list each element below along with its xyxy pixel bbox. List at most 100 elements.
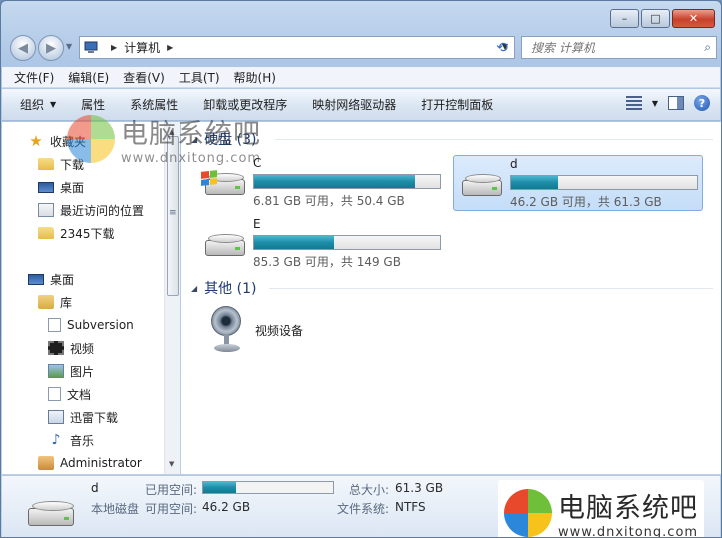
nav-documents[interactable]: 文档 <box>48 383 91 405</box>
back-button[interactable]: ◀ <box>10 35 36 61</box>
folder-icon <box>38 158 54 170</box>
hard-drive-icon <box>201 232 249 260</box>
organize-button[interactable]: 组织 ▼ <box>20 96 56 113</box>
scroll-down-icon[interactable]: ▼ <box>169 460 174 468</box>
search-input[interactable] <box>531 40 691 55</box>
control-panel-button[interactable]: 打开控制面板 <box>421 96 493 113</box>
details-pane: d 本地磁盘 已用空间: 可用空间: 46.2 GB 总大小: 61.3 GB … <box>2 475 720 538</box>
nav-libraries[interactable]: 库 <box>38 291 72 313</box>
menu-file[interactable]: 文件(F) <box>8 69 60 86</box>
explorer-window: – □ ✕ ◀ ▶ ▼ ▶ 计算机 ▶ ▼ ⟲ ⌕ 文件(F) 编辑(E) 查看… <box>0 0 722 538</box>
drive-name: E <box>253 217 261 231</box>
details-usage-bar <box>202 481 334 494</box>
organize-label: 组织 <box>20 98 45 112</box>
watermark-logo-icon <box>504 489 552 537</box>
drive-usage-fill <box>254 236 334 249</box>
star-icon: ★ <box>29 132 43 150</box>
details-drive-type: 本地磁盘 <box>91 502 140 516</box>
system-properties-button[interactable]: 系统属性 <box>130 96 178 113</box>
content-pane: ◢ 硬盘 (3) C 6.81 GB 可用，共 50.4 GB d 46.2 GB… <box>67 115 721 474</box>
search-icon[interactable]: ⌕ <box>704 40 711 55</box>
nav-label: 文档 <box>67 387 92 402</box>
breadcrumb-separator-icon[interactable]: ▶ <box>111 43 117 52</box>
drive-free-text: 46.2 GB 可用，共 61.3 GB <box>510 195 662 209</box>
details-free-value: 46.2 GB <box>202 500 251 514</box>
details-total-value: 61.3 GB <box>395 481 444 495</box>
details-total-label: 总大小: <box>349 483 390 497</box>
details-free-label: 可用空间: <box>145 502 198 516</box>
navigation-pane: ★收藏夹 下载 桌面 最近访问的位置 2345下载 桌面 库 Subversio… <box>2 122 180 474</box>
group-title: 其他 (1) <box>204 281 257 297</box>
menu-view[interactable]: 查看(V) <box>117 69 171 86</box>
search-box[interactable]: ⌕ <box>521 36 717 59</box>
nav-label: 音乐 <box>70 433 95 448</box>
scroll-grip-icon: ≡ <box>169 208 177 218</box>
close-button[interactable]: ✕ <box>672 9 715 28</box>
hard-drive-icon <box>26 498 78 528</box>
watermark-top: 电脑系统吧 www.dnxitong.com <box>67 112 261 166</box>
nav-music[interactable]: ♪ 音乐 <box>48 429 94 451</box>
webcam-icon[interactable] <box>211 306 243 354</box>
device-video-label[interactable]: 视频设备 <box>255 322 303 339</box>
collapse-icon: ◢ <box>191 283 198 293</box>
hard-drive-icon <box>458 172 506 200</box>
help-icon[interactable]: ? <box>694 95 710 111</box>
back-arrow-icon: ◀ <box>18 40 28 56</box>
nav-label: 2345下载 <box>60 226 115 241</box>
drive-d[interactable]: d 46.2 GB 可用，共 61.3 GB <box>453 155 703 211</box>
computer-icon <box>84 41 98 53</box>
nav-desktop-favorite[interactable]: 桌面 <box>38 176 84 198</box>
nav-label: 桌面 <box>50 272 75 287</box>
nav-videos[interactable]: 视频 <box>48 337 94 359</box>
nav-subversion[interactable]: Subversion <box>48 314 134 336</box>
details-drive-name: d <box>91 481 99 495</box>
recent-pages-dropdown[interactable]: ▼ <box>66 42 72 51</box>
address-bar[interactable]: ▶ 计算机 ▶ ▼ <box>79 36 515 59</box>
menu-edit[interactable]: 编辑(E) <box>62 69 115 86</box>
refresh-icon: ⟲ <box>496 39 508 56</box>
properties-button[interactable]: 属性 <box>81 96 105 113</box>
maximize-button[interactable]: □ <box>641 9 670 28</box>
caption-buttons: – □ ✕ <box>610 9 715 28</box>
menu-help[interactable]: 帮助(H) <box>228 69 282 86</box>
watermark-url: www.dnxitong.com <box>558 525 699 538</box>
video-library-icon <box>48 341 64 355</box>
address-row: ◀ ▶ ▼ ▶ 计算机 ▶ ▼ ⟲ ⌕ <box>7 34 717 61</box>
navigation-scrollbar[interactable]: ▲ ≡ ▼ <box>164 122 180 474</box>
forward-arrow-icon: ▶ <box>46 40 56 56</box>
uninstall-button[interactable]: 卸载或更改程序 <box>203 96 287 113</box>
watermark-bottom: 电脑系统吧 www.dnxitong.com <box>498 480 705 538</box>
breadcrumb-computer[interactable]: 计算机 <box>124 39 160 56</box>
forward-button[interactable]: ▶ <box>38 35 64 61</box>
user-folder-icon <box>38 456 54 470</box>
nav-label: 视频 <box>70 341 95 356</box>
view-dropdown-icon[interactable]: ▼ <box>652 99 658 108</box>
drive-free-text: 6.81 GB 可用，共 50.4 GB <box>253 194 405 208</box>
group-divider <box>269 288 713 289</box>
nav-recent-places[interactable]: 最近访问的位置 <box>38 199 144 221</box>
nav-2345-download[interactable]: 2345下载 <box>38 222 115 244</box>
desktop-icon <box>28 273 44 285</box>
nav-thunder-download[interactable]: 迅雷下载 <box>48 406 118 428</box>
group-header-other[interactable]: ◢ 其他 (1) <box>191 279 256 297</box>
map-drive-button[interactable]: 映射网络驱动器 <box>312 96 396 113</box>
details-usage-fill <box>203 482 236 493</box>
menu-tools[interactable]: 工具(T) <box>173 69 226 86</box>
thunder-download-icon <box>48 410 64 424</box>
nav-desktop[interactable]: 桌面 <box>28 268 74 290</box>
preview-pane-icon[interactable] <box>668 96 684 110</box>
command-bar-right: ▼ ? <box>625 95 710 111</box>
nav-pictures[interactable]: 图片 <box>48 360 94 382</box>
nav-administrator[interactable]: Administrator <box>38 452 142 474</box>
drive-e[interactable]: E 85.3 GB 可用，共 149 GB <box>197 216 447 272</box>
change-view-icon[interactable] <box>625 96 642 110</box>
nav-label: Administrator <box>60 456 142 470</box>
menu-bar: 文件(F) 编辑(E) 查看(V) 工具(T) 帮助(H) <box>2 67 720 88</box>
nav-label: 最近访问的位置 <box>60 203 145 218</box>
minimize-button[interactable]: – <box>610 9 639 28</box>
refresh-button[interactable]: ⟲ <box>491 37 513 58</box>
drive-usage-bar <box>253 174 441 189</box>
group-divider <box>275 139 713 140</box>
breadcrumb-separator-icon[interactable]: ▶ <box>167 43 173 52</box>
nav-label: Subversion <box>67 318 134 332</box>
